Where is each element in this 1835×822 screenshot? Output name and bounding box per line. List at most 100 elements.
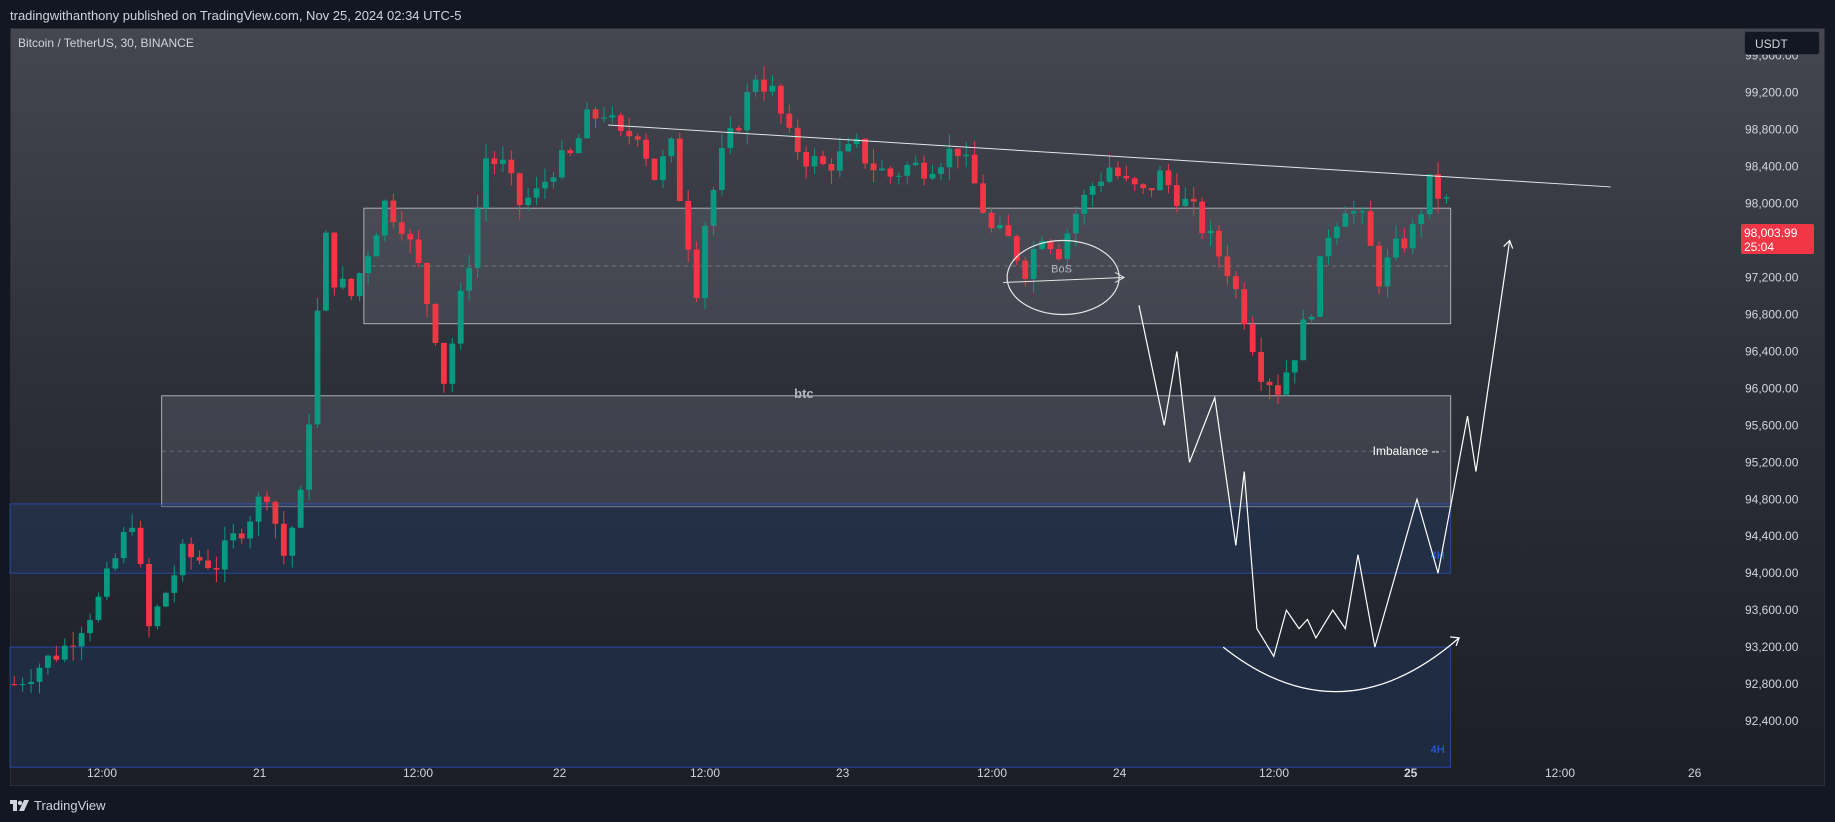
price-axis-label: 96,800.00 — [1745, 307, 1799, 321]
candle — [247, 521, 254, 539]
candle — [365, 256, 371, 274]
candle — [1275, 385, 1281, 395]
candle — [179, 543, 186, 576]
candle — [339, 278, 346, 288]
candle — [390, 200, 397, 223]
price-axis-label: 94,800.00 — [1745, 492, 1799, 506]
time-axis-label: 25 — [1404, 766, 1418, 780]
candle — [1418, 214, 1425, 225]
candle — [769, 85, 776, 92]
candle — [1342, 213, 1349, 227]
candle — [280, 523, 287, 556]
candle — [761, 79, 767, 92]
time-axis-label: 12:00 — [1259, 766, 1289, 780]
candle — [1409, 224, 1416, 249]
candle — [1317, 256, 1323, 317]
candle — [36, 667, 43, 682]
candle — [508, 159, 515, 174]
candle — [373, 235, 380, 257]
candle — [11, 684, 18, 686]
candle — [575, 138, 582, 154]
candle — [836, 151, 843, 171]
candle — [676, 138, 683, 201]
candle — [550, 177, 557, 182]
candle — [1443, 197, 1450, 199]
candle — [1384, 257, 1391, 287]
candle — [424, 263, 430, 304]
candle — [230, 533, 237, 541]
blue-zone-2-label: 4H — [1431, 744, 1445, 756]
candle — [474, 208, 481, 269]
candle — [1022, 260, 1029, 279]
price-axis-label: 95,200.00 — [1745, 455, 1799, 469]
candle — [45, 655, 51, 668]
candle — [1005, 225, 1012, 237]
candle — [946, 148, 953, 168]
brand[interactable]: TradingView — [10, 798, 106, 813]
candle — [162, 592, 169, 607]
candle — [1393, 238, 1399, 258]
last-price-value: 98,003.99 — [1744, 226, 1798, 240]
candle — [95, 596, 102, 620]
candle — [954, 148, 961, 157]
tradingview-logo-icon — [10, 799, 29, 811]
candle — [533, 188, 540, 198]
price-axis-label: 92,800.00 — [1745, 677, 1799, 691]
candle — [516, 173, 523, 206]
candle — [1232, 276, 1239, 290]
brand-name: TradingView — [34, 798, 106, 813]
candle — [963, 154, 970, 157]
candle — [803, 152, 810, 167]
candle — [786, 113, 793, 128]
candle — [323, 232, 329, 311]
currency-selector[interactable]: USDT — [1744, 31, 1820, 55]
candle — [929, 173, 936, 179]
candle — [1283, 372, 1290, 395]
candle — [912, 162, 919, 165]
candle — [1266, 381, 1273, 386]
imbalance-zone-side-label: Imbalance -- — [1373, 444, 1440, 458]
candle — [356, 273, 363, 297]
candle — [938, 167, 944, 174]
time-axis-label: 24 — [1113, 766, 1127, 780]
candle — [146, 563, 152, 627]
symbol-title[interactable]: Bitcoin / TetherUS, 30, BINANCE — [18, 36, 194, 50]
candle — [120, 531, 127, 559]
candle — [154, 606, 161, 627]
price-axis-label: 99,200.00 — [1745, 86, 1799, 100]
candle — [1131, 178, 1138, 185]
time-axis-label: 12:00 — [977, 766, 1007, 780]
candle — [828, 163, 835, 171]
time-axis-label: 12:00 — [1545, 766, 1575, 780]
candle — [794, 127, 801, 153]
candle — [1047, 241, 1054, 250]
candle — [1190, 198, 1197, 202]
candle — [137, 527, 144, 564]
candle — [685, 200, 692, 250]
time-axis-label: 21 — [253, 766, 267, 780]
candle — [1098, 181, 1104, 186]
candle — [432, 303, 439, 343]
candle — [1241, 289, 1248, 325]
candle — [314, 310, 321, 425]
candle — [997, 225, 1003, 229]
candle — [499, 159, 506, 165]
candle — [744, 91, 751, 131]
candle — [1426, 174, 1433, 215]
candle — [1216, 230, 1222, 257]
candle — [19, 684, 26, 686]
price-axis-label: 94,400.00 — [1745, 529, 1799, 543]
candlestick-chart[interactable]: btcImbalance --4H4HBoS99,600.0099,200.00… — [0, 0, 1835, 786]
candle — [1030, 248, 1037, 279]
candle — [1199, 201, 1206, 234]
candle — [660, 156, 666, 180]
candle — [1089, 185, 1096, 195]
candle — [567, 150, 574, 154]
candle — [1148, 188, 1155, 191]
candle — [213, 567, 220, 570]
candle — [820, 156, 826, 164]
candle — [61, 645, 68, 660]
candle — [1140, 184, 1147, 189]
candle — [651, 158, 658, 180]
candle — [693, 249, 700, 299]
